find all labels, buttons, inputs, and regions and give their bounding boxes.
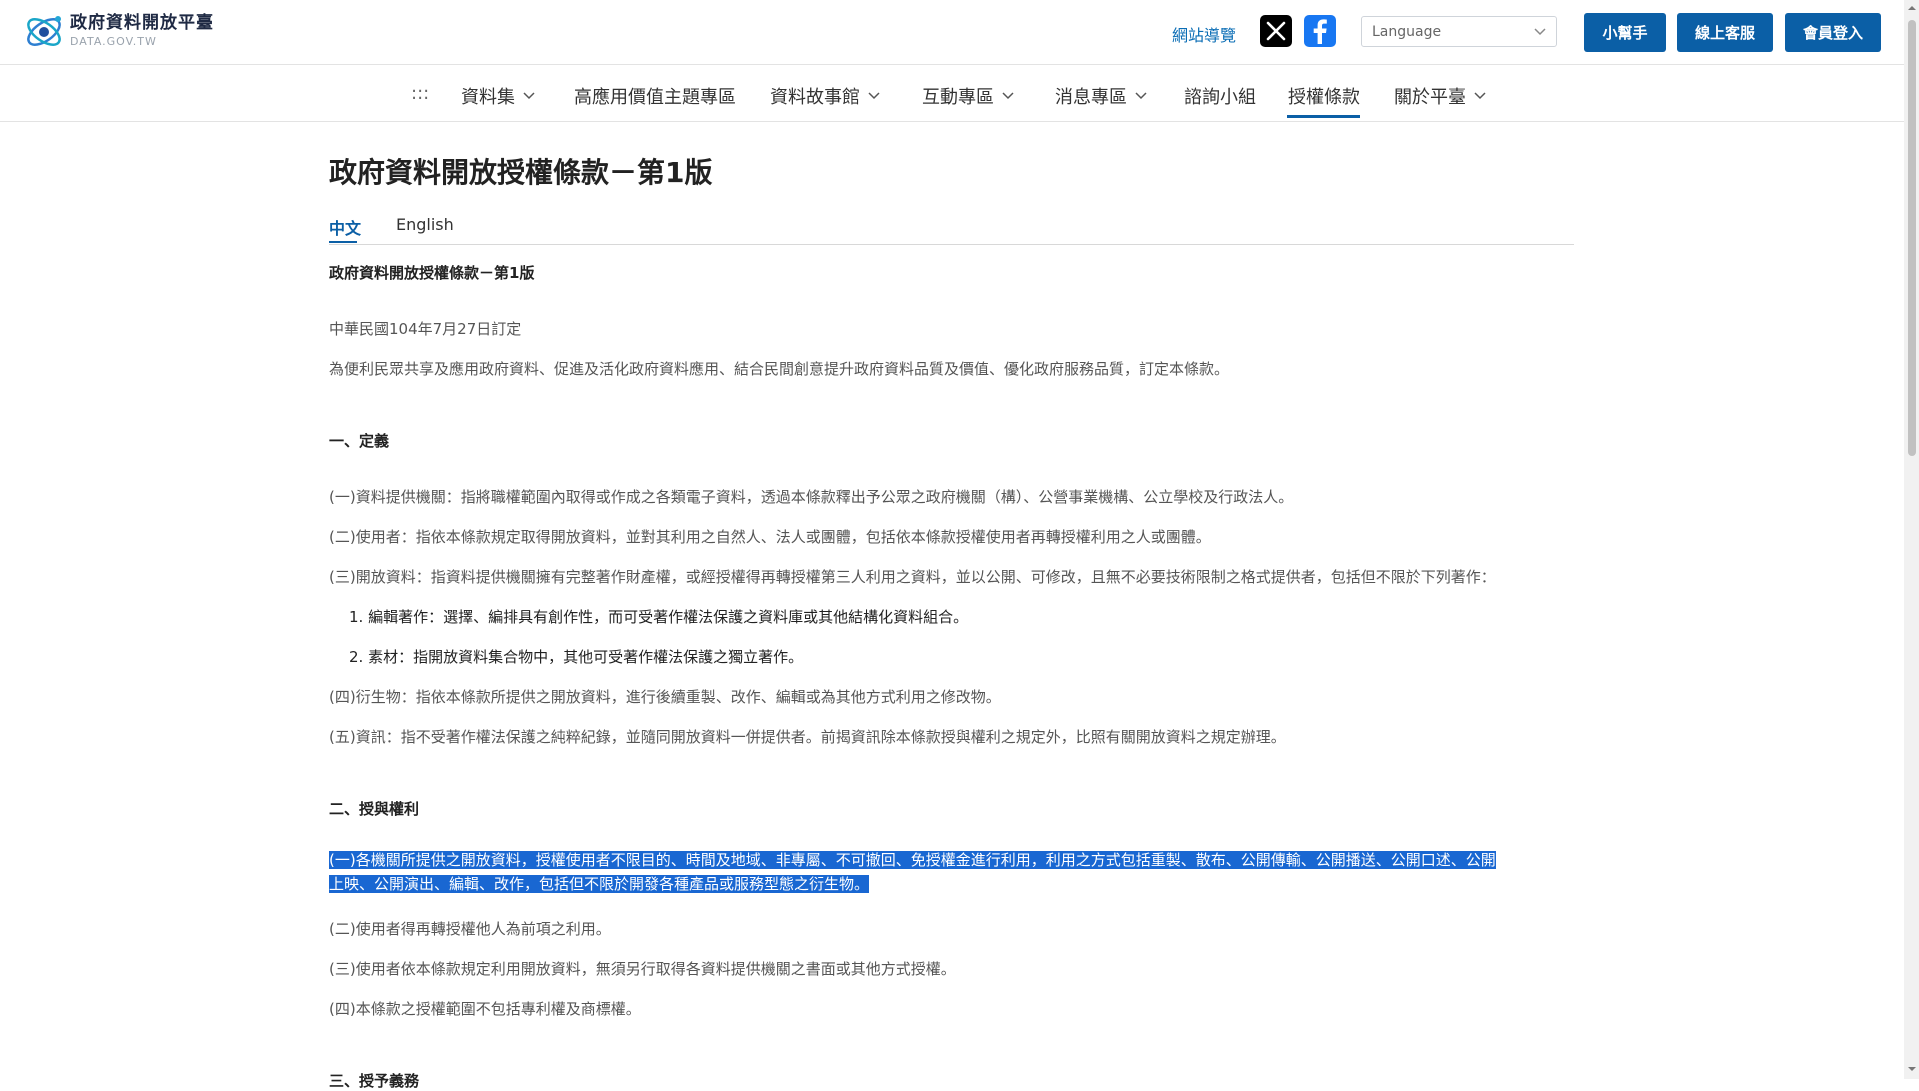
tab-english[interactable]: English [396,215,454,234]
sitemap-link[interactable]: 網站導覽 [1172,22,1236,46]
clause-sub-item: 2. 素材：指開放資料集合物中，其他可受著作權法保護之獨立著作。 [349,648,804,666]
logo-subtitle: DATA.GOV.TW [70,35,157,48]
content-subtitle: 政府資料開放授權條款－第1版 [329,264,535,282]
nav-item-news[interactable]: 消息專區 [1055,83,1147,109]
clause-item: (三)開放資料：指資料提供機關擁有完整著作財產權，或經授權得再轉授權第三人利用之… [329,568,1496,586]
selected-text-line: 上映、公開演出、編輯、改作，包括但不限於開發各種產品或服務型態之衍生物。 [329,875,870,893]
nav-item-label: 互動專區 [922,87,994,108]
intro-paragraph: 為便利民眾共享及應用政府資料、促進及活化政府資料應用、結合民間創意提升政府資料品… [329,360,1230,378]
nav-item-interactive[interactable]: 互動專區 [922,83,1014,109]
tab-active-indicator [329,241,357,243]
clause-item: (五)資訊：指不受著作權法保護之純粹紀錄，並隨同開放資料一併提供者。前揭資訊除本… [329,728,1286,746]
nav-item-advisory[interactable]: 諮詢小組 [1184,83,1256,109]
nav-item-label: 授權條款 [1288,87,1360,108]
page-title: 政府資料開放授權條款－第1版 [329,156,713,189]
chevron-down-icon [868,92,880,100]
section-heading: 三、授予義務 [329,1072,420,1090]
member-login-button[interactable]: 會員登入 [1785,13,1881,52]
language-select[interactable]: Language [1361,16,1557,47]
nav-item-license[interactable]: 授權條款 [1288,83,1360,109]
chevron-down-icon [1474,92,1486,100]
clause-item: (二)使用者得再轉授權他人為前項之利用。 [329,920,611,938]
nav-active-indicator [1287,115,1360,118]
clause-item: (二)使用者：指依本條款規定取得開放資料，並對其利用之自然人、法人或團體，包括依… [329,528,1211,546]
language-select-value: Language [1372,23,1442,40]
chevron-down-icon [1135,92,1147,100]
chevron-down-icon [1534,27,1546,35]
clause-sub-item: 1. 編輯著作：選擇、編排具有創作性，而可受著作權法保護之資料庫或其他結構化資料… [349,608,969,626]
x-logo-icon[interactable] [1260,15,1292,47]
nav-item-label: 資料故事館 [770,87,860,108]
chevron-down-icon [1002,92,1014,100]
clause-item: (四)本條款之授權範圍不包括專利權及商標權。 [329,1000,641,1018]
nav-item-label: 高應用價值主題專區 [574,87,736,108]
online-service-button[interactable]: 線上客服 [1677,13,1773,52]
facebook-icon[interactable] [1304,15,1336,47]
nav-item-label: 資料集 [461,87,515,108]
main-nav: ::: 資料集 高應用價值主題專區 資料故事館 互動專區 消息專區 諮詢小組 授… [0,65,1904,122]
logo-title: 政府資料開放平臺 [70,13,214,33]
clause-item: (一)資料提供機關：指將職權範圍內取得或作成之各類電子資料，透過本條款釋出予公眾… [329,488,1294,506]
logo-icon [27,16,61,46]
selected-text: (一)各機關所提供之開放資料，授權使用者不限目的、時間及地域、非專屬、不可撤回、… [329,848,1575,896]
section-heading: 二、授與權利 [329,800,420,818]
chevron-down-icon [523,92,535,100]
nav-item-datasets[interactable]: 資料集 [461,83,535,109]
nav-item-label: 關於平臺 [1394,87,1466,108]
selected-text-line: (一)各機關所提供之開放資料，授權使用者不限目的、時間及地域、非專屬、不可撤回、… [329,851,1496,869]
tab-chinese[interactable]: 中文 [329,215,361,239]
scroll-down-icon[interactable] [1907,1064,1917,1074]
scrollbar-thumb[interactable] [1908,20,1916,456]
site-header: 政府資料開放平臺 DATA.GOV.TW 網站導覽 Language 小幫手 線… [0,0,1904,65]
nav-item-about[interactable]: 關於平臺 [1394,83,1486,109]
enact-date: 中華民國104年7月27日訂定 [329,320,522,338]
site-logo[interactable]: 政府資料開放平臺 DATA.GOV.TW [22,11,214,51]
scroll-up-icon[interactable] [1907,3,1917,13]
clause-item: (四)衍生物：指依本條款所提供之開放資料，進行後續重製、改作、編輯或為其他方式利… [329,688,1001,706]
nav-item-label: 諮詢小組 [1184,87,1256,108]
nav-item-high-value[interactable]: 高應用價值主題專區 [574,83,736,109]
nav-item-stories[interactable]: 資料故事館 [770,83,880,109]
helper-button[interactable]: 小幫手 [1584,13,1666,52]
section-heading: 一、定義 [329,432,390,450]
nav-accesskey[interactable]: ::: [411,83,429,104]
clause-item: (三)使用者依本條款規定利用開放資料，無須另行取得各資料提供機關之書面或其他方式… [329,960,956,978]
language-tabs: 中文 English [329,212,1574,245]
nav-item-label: 消息專區 [1055,87,1127,108]
